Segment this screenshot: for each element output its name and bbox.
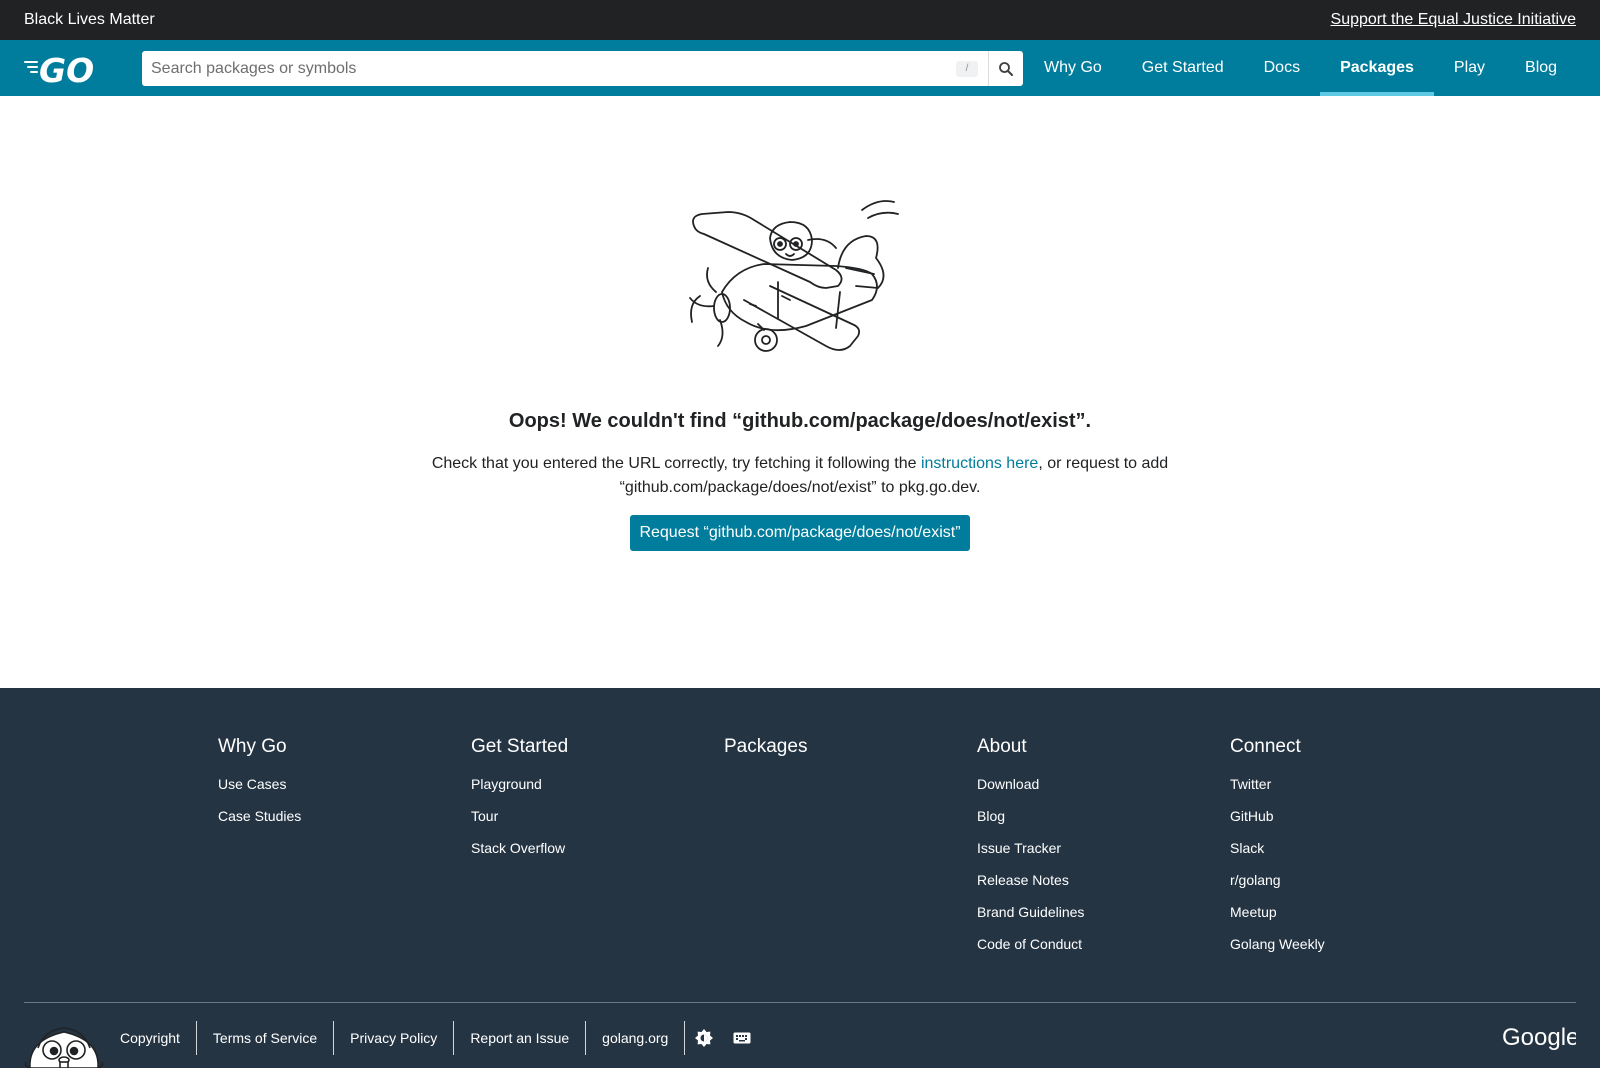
footer-link[interactable]: Meetup [1230, 900, 1325, 932]
main-content: Oops! We couldn't find “github.com/packa… [0, 96, 1600, 688]
search-input[interactable] [142, 51, 956, 86]
footer-heading: Get Started [471, 736, 569, 757]
blm-text: Black Lives Matter [24, 11, 155, 28]
footer-link[interactable]: Issue Tracker [977, 836, 1084, 868]
go-logo[interactable]: GO [24, 51, 106, 90]
footer-link[interactable]: Brand Guidelines [977, 900, 1084, 932]
site-header: GO / Why Go Get Started Docs Packages Pl… [0, 40, 1600, 96]
eji-link[interactable]: Support the Equal Justice Initiative [1331, 11, 1576, 29]
footer-link[interactable]: GitHub [1230, 804, 1325, 836]
search-icon [999, 61, 1013, 76]
google-logo[interactable]: Google [1502, 1022, 1579, 1051]
theme-toggle-button[interactable] [685, 1021, 723, 1055]
nav-docs[interactable]: Docs [1244, 40, 1320, 96]
report-issue-link[interactable]: Report an Issue [454, 1021, 587, 1055]
footer-link[interactable]: Blog [977, 804, 1084, 836]
keyboard-icon [733, 1032, 751, 1044]
footer-divider [24, 1002, 1576, 1003]
top-banner: Black Lives Matter Support the Equal Jus… [0, 0, 1600, 40]
footer-bottom-bar: Copyright Terms of Service Privacy Polic… [0, 1018, 1600, 1069]
privacy-link[interactable]: Privacy Policy [334, 1021, 455, 1055]
nav-why-go[interactable]: Why Go [1024, 40, 1122, 96]
footer-link[interactable]: Code of Conduct [977, 932, 1084, 964]
footer-heading: Why Go [218, 736, 287, 757]
footer-column-packages: Packages [724, 736, 807, 772]
footer-link[interactable]: Playground [471, 772, 568, 804]
request-package-button[interactable]: Request “github.com/package/does/not/exi… [630, 515, 970, 551]
footer-link[interactable]: Use Cases [218, 772, 301, 804]
footer-column-get-started: Get Started Playground Tour Stack Overfl… [471, 736, 568, 868]
search-shortcut-hint: / [956, 60, 978, 77]
footer-heading[interactable]: Packages [724, 736, 807, 758]
gopher-mascot-icon [24, 1018, 104, 1069]
nav-packages[interactable]: Packages [1320, 40, 1434, 96]
footer-link[interactable]: Tour [471, 804, 568, 836]
footer-bottom-links: Copyright Terms of Service Privacy Polic… [104, 1021, 761, 1055]
brightness-icon [695, 1029, 714, 1047]
gopher-airplane-illustration [686, 196, 914, 364]
footer-column-about: About Download Blog Issue Tracker Releas… [977, 736, 1084, 964]
footer-heading: Connect [1230, 736, 1301, 757]
footer-column-connect: Connect Twitter GitHub Slack r/golang Me… [1230, 736, 1325, 964]
svg-text:GO: GO [39, 52, 94, 84]
nav-blog[interactable]: Blog [1505, 40, 1577, 96]
nav-play[interactable]: Play [1434, 40, 1505, 96]
footer-link[interactable]: Download [977, 772, 1084, 804]
error-text-before-link: Check that you entered the URL correctly… [431, 455, 921, 472]
search-box: / [142, 51, 1023, 86]
footer-link[interactable]: Release Notes [977, 868, 1084, 900]
terms-link[interactable]: Terms of Service [197, 1021, 335, 1055]
footer-link[interactable]: Golang Weekly [1230, 932, 1325, 964]
footer-link[interactable]: Case Studies [218, 804, 301, 836]
main-nav: Why Go Get Started Docs Packages Play Bl… [1024, 40, 1577, 96]
copyright-link[interactable]: Copyright [104, 1021, 197, 1055]
footer-link[interactable]: Slack [1230, 836, 1325, 868]
footer-link[interactable]: r/golang [1230, 868, 1325, 900]
site-footer: Why Go Use Cases Case Studies Get Starte… [0, 688, 1600, 1069]
google-wordmark: Google [1502, 1024, 1576, 1050]
keyboard-shortcuts-button[interactable] [723, 1021, 761, 1055]
footer-link[interactable]: Stack Overflow [471, 836, 568, 868]
nav-get-started[interactable]: Get Started [1122, 40, 1244, 96]
footer-heading: About [977, 736, 1027, 757]
error-title: Oops! We couldn't find “github.com/packa… [508, 410, 1092, 432]
error-description: Check that you entered the URL correctly… [400, 452, 1200, 500]
footer-column-why-go: Why Go Use Cases Case Studies [218, 736, 301, 836]
search-button[interactable] [988, 51, 1023, 86]
footer-link[interactable]: Twitter [1230, 772, 1325, 804]
instructions-link[interactable]: instructions here [921, 455, 1038, 472]
golang-org-link[interactable]: golang.org [586, 1021, 686, 1055]
